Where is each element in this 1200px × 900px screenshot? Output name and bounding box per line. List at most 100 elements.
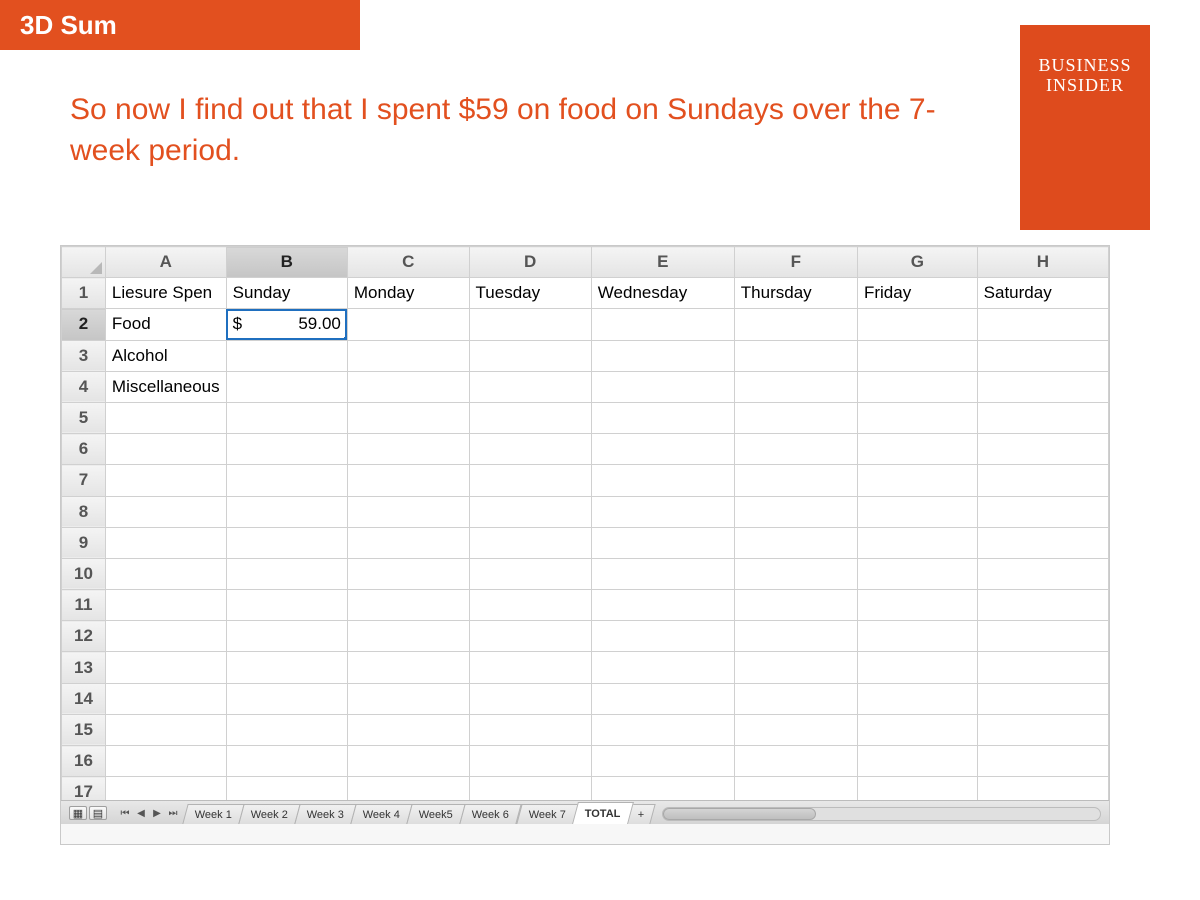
cell-B6[interactable] <box>226 434 347 465</box>
cell-A10[interactable] <box>105 558 226 589</box>
cell-G13[interactable] <box>857 652 977 683</box>
row-header-3[interactable]: 3 <box>62 340 106 371</box>
cell-B13[interactable] <box>226 652 347 683</box>
col-header-H[interactable]: H <box>977 247 1108 278</box>
cell-F14[interactable] <box>734 683 857 714</box>
cell-D1[interactable]: Tuesday <box>469 278 591 309</box>
cell-A3[interactable]: Alcohol <box>105 340 226 371</box>
cell-G6[interactable] <box>857 434 977 465</box>
row-header-12[interactable]: 12 <box>62 621 106 652</box>
col-header-F[interactable]: F <box>734 247 857 278</box>
cell-A14[interactable] <box>105 683 226 714</box>
cell-C7[interactable] <box>347 465 469 496</box>
row-header-8[interactable]: 8 <box>62 496 106 527</box>
cell-E3[interactable] <box>591 340 734 371</box>
cell-E17[interactable] <box>591 777 734 800</box>
cell-F15[interactable] <box>734 714 857 745</box>
cell-E16[interactable] <box>591 746 734 777</box>
row-header-10[interactable]: 10 <box>62 558 106 589</box>
col-header-A[interactable]: A <box>105 247 226 278</box>
cell-A6[interactable] <box>105 434 226 465</box>
cell-E14[interactable] <box>591 683 734 714</box>
cell-B16[interactable] <box>226 746 347 777</box>
cell-G4[interactable] <box>857 371 977 402</box>
horizontal-scrollbar[interactable] <box>662 807 1101 821</box>
sheet-tab-week2[interactable]: Week 2 <box>238 804 300 824</box>
cell-B14[interactable] <box>226 683 347 714</box>
cell-F16[interactable] <box>734 746 857 777</box>
row-header-2[interactable]: 2 <box>62 309 106 340</box>
cell-E11[interactable] <box>591 590 734 621</box>
cell-A9[interactable] <box>105 527 226 558</box>
cell-F2[interactable] <box>734 309 857 340</box>
row-header-17[interactable]: 17 <box>62 777 106 800</box>
sheet-tab-week6[interactable]: Week 6 <box>460 804 522 824</box>
cell-D14[interactable] <box>469 683 591 714</box>
cell-B17[interactable] <box>226 777 347 800</box>
cell-H1[interactable]: Saturday <box>977 278 1108 309</box>
cell-G9[interactable] <box>857 527 977 558</box>
cell-G11[interactable] <box>857 590 977 621</box>
row-header-14[interactable]: 14 <box>62 683 106 714</box>
cell-F17[interactable] <box>734 777 857 800</box>
cell-A15[interactable] <box>105 714 226 745</box>
cell-C3[interactable] <box>347 340 469 371</box>
cell-C2[interactable] <box>347 309 469 340</box>
cell-D9[interactable] <box>469 527 591 558</box>
sheet-tab-week5[interactable]: Week5 <box>407 804 466 824</box>
cell-B10[interactable] <box>226 558 347 589</box>
sheet-tab-week4[interactable]: Week 4 <box>351 804 413 824</box>
col-header-B[interactable]: B <box>226 247 347 278</box>
cell-H9[interactable] <box>977 527 1108 558</box>
cell-H5[interactable] <box>977 402 1108 433</box>
cell-D10[interactable] <box>469 558 591 589</box>
cell-D17[interactable] <box>469 777 591 800</box>
cell-C8[interactable] <box>347 496 469 527</box>
cell-B2[interactable]: $ 59.00 <box>226 309 347 340</box>
select-all-corner[interactable] <box>62 247 106 278</box>
col-header-D[interactable]: D <box>469 247 591 278</box>
row-header-7[interactable]: 7 <box>62 465 106 496</box>
cell-C5[interactable] <box>347 402 469 433</box>
cell-G5[interactable] <box>857 402 977 433</box>
cell-A13[interactable] <box>105 652 226 683</box>
cell-G10[interactable] <box>857 558 977 589</box>
cell-B7[interactable] <box>226 465 347 496</box>
row-header-5[interactable]: 5 <box>62 402 106 433</box>
cell-C16[interactable] <box>347 746 469 777</box>
cell-E13[interactable] <box>591 652 734 683</box>
cell-E5[interactable] <box>591 402 734 433</box>
cell-F12[interactable] <box>734 621 857 652</box>
cell-G17[interactable] <box>857 777 977 800</box>
cell-C15[interactable] <box>347 714 469 745</box>
cell-F9[interactable] <box>734 527 857 558</box>
cell-H8[interactable] <box>977 496 1108 527</box>
cell-E6[interactable] <box>591 434 734 465</box>
cell-C13[interactable] <box>347 652 469 683</box>
cell-C14[interactable] <box>347 683 469 714</box>
cell-B3[interactable] <box>226 340 347 371</box>
cell-D8[interactable] <box>469 496 591 527</box>
cell-F10[interactable] <box>734 558 857 589</box>
cell-A1[interactable]: Liesure Spen <box>105 278 226 309</box>
cell-E9[interactable] <box>591 527 734 558</box>
cell-E15[interactable] <box>591 714 734 745</box>
tab-nav-next-icon[interactable]: ▶ <box>149 805 165 821</box>
cell-A16[interactable] <box>105 746 226 777</box>
cell-B1[interactable]: Sunday <box>226 278 347 309</box>
cell-B15[interactable] <box>226 714 347 745</box>
view-page-icon[interactable]: ▤ <box>89 806 107 820</box>
cell-F4[interactable] <box>734 371 857 402</box>
cell-C11[interactable] <box>347 590 469 621</box>
cell-G14[interactable] <box>857 683 977 714</box>
row-header-16[interactable]: 16 <box>62 746 106 777</box>
cell-D5[interactable] <box>469 402 591 433</box>
cell-A5[interactable] <box>105 402 226 433</box>
cell-F1[interactable]: Thursday <box>734 278 857 309</box>
cell-A11[interactable] <box>105 590 226 621</box>
cell-D4[interactable] <box>469 371 591 402</box>
cell-D6[interactable] <box>469 434 591 465</box>
cell-E8[interactable] <box>591 496 734 527</box>
cell-H14[interactable] <box>977 683 1108 714</box>
cell-A7[interactable] <box>105 465 226 496</box>
